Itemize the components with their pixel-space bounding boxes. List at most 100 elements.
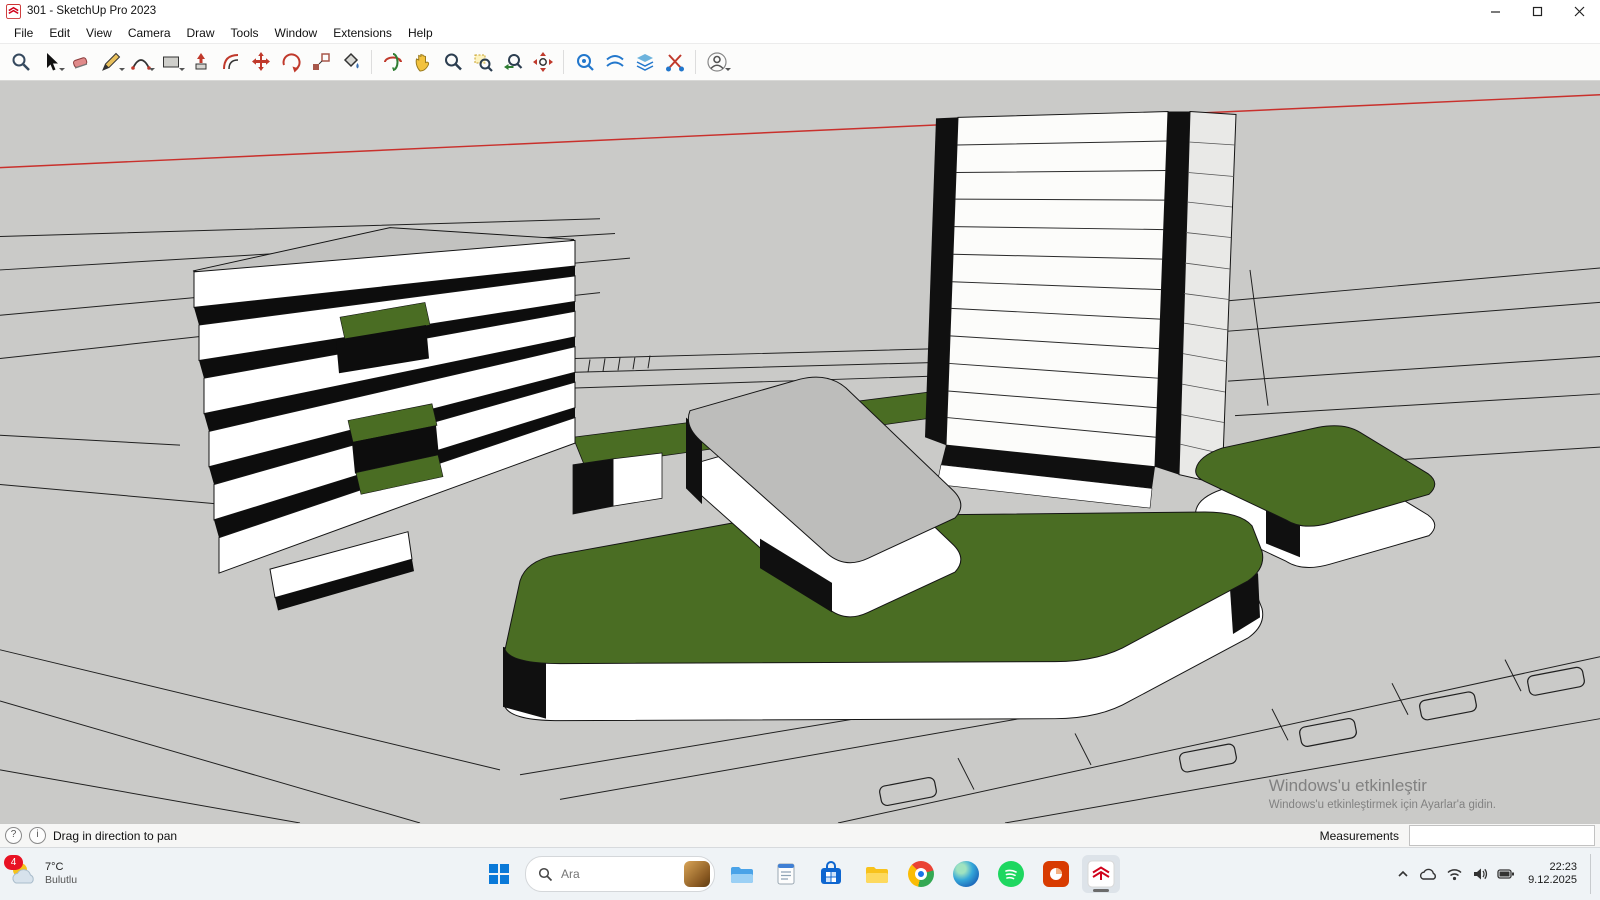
toolbar-separator [563, 50, 564, 74]
zoom-previous-tool-button[interactable] [498, 48, 527, 77]
start-button[interactable] [480, 855, 518, 893]
search-highlight-image[interactable] [684, 861, 710, 887]
status-hint: Drag in direction to pan [53, 829, 177, 843]
measurements-input[interactable] [1409, 825, 1595, 846]
active-app-indicator [1093, 889, 1109, 892]
move-tool-button[interactable] [246, 48, 275, 77]
line-tool-button[interactable] [96, 48, 125, 77]
menu-item-window[interactable]: Window [267, 24, 326, 42]
window-title: 301 - SketchUp Pro 2023 [27, 5, 156, 17]
extension-cut-button[interactable] [660, 48, 689, 77]
tray-chevron-icon[interactable] [1396, 867, 1410, 881]
edge-button[interactable] [947, 855, 985, 893]
battery-icon[interactable] [1497, 868, 1515, 880]
taskbar-clock[interactable]: 22:23 9.12.2025 [1528, 861, 1577, 887]
info-icon[interactable]: i [29, 827, 46, 844]
arc-tool-button[interactable] [126, 48, 155, 77]
tower-building [925, 112, 1236, 509]
zoom-previous-icon [502, 51, 524, 73]
show-desktop-button[interactable] [1590, 854, 1596, 894]
clock-time: 22:23 [1528, 861, 1577, 874]
chevron-down-icon [725, 68, 731, 74]
clock-date: 9.12.2025 [1528, 874, 1577, 887]
zoom-window-tool-button[interactable] [468, 48, 497, 77]
scissors-icon [664, 51, 686, 73]
taskbar-center [480, 855, 1120, 893]
offset-tool-button[interactable] [216, 48, 245, 77]
wifi-icon[interactable] [1446, 867, 1463, 881]
weather-temperature: 7°C [45, 861, 77, 874]
close-button[interactable] [1558, 0, 1600, 22]
maximize-button[interactable] [1516, 0, 1558, 22]
office-app-button[interactable] [1037, 855, 1075, 893]
onedrive-icon[interactable] [1419, 867, 1437, 881]
measurements-label: Measurements [1320, 829, 1399, 843]
shapes-tool-button[interactable] [156, 48, 185, 77]
search-icon [10, 51, 32, 73]
extension-curves-button[interactable] [600, 48, 629, 77]
chevron-down-icon [119, 68, 125, 74]
file-explorer-button[interactable] [722, 855, 760, 893]
chrome-button[interactable] [902, 855, 940, 893]
zoom-extents-icon [532, 51, 554, 73]
chevron-down-icon [59, 68, 65, 74]
model-canvas[interactable] [0, 81, 1600, 823]
chevron-down-icon [149, 68, 155, 74]
weather-widget[interactable]: 4 7°C Bulutlu [8, 859, 77, 889]
toolbar-separator [371, 50, 372, 74]
menu-item-help[interactable]: Help [400, 24, 441, 42]
zoom-extents-tool-button[interactable] [528, 48, 557, 77]
orbit-icon [382, 51, 404, 73]
menu-item-camera[interactable]: Camera [120, 24, 179, 42]
paint-tool-button[interactable] [336, 48, 365, 77]
notepad-button[interactable] [767, 855, 805, 893]
eraser-icon [70, 51, 92, 73]
scale-tool-button[interactable] [306, 48, 335, 77]
toolbar [0, 43, 1600, 81]
extension-search-button[interactable] [570, 48, 599, 77]
microsoft-store-button[interactable] [812, 855, 850, 893]
search-input[interactable] [559, 866, 678, 882]
menu-item-view[interactable]: View [78, 24, 120, 42]
notepad-icon [773, 861, 799, 887]
select-tool-button[interactable] [36, 48, 65, 77]
spotify-button[interactable] [992, 855, 1030, 893]
pan-hand-icon [412, 51, 434, 73]
menu-item-edit[interactable]: Edit [41, 24, 78, 42]
paint-bucket-icon [340, 51, 362, 73]
menu-item-file[interactable]: File [6, 24, 41, 42]
weather-condition: Bulutlu [45, 874, 77, 887]
minimize-button[interactable] [1474, 0, 1516, 22]
menu-item-draw[interactable]: Draw [179, 24, 223, 42]
sketchup-taskbar-button[interactable] [1082, 855, 1120, 893]
extension-search-icon [574, 51, 596, 73]
eraser-tool-button[interactable] [66, 48, 95, 77]
extension-layers-button[interactable] [630, 48, 659, 77]
rotate-tool-button[interactable] [276, 48, 305, 77]
spotify-icon [998, 861, 1024, 887]
orbit-tool-button[interactable] [378, 48, 407, 77]
search-tool-button[interactable] [6, 48, 35, 77]
taskbar-search[interactable] [525, 856, 715, 892]
menu-item-extensions[interactable]: Extensions [325, 24, 400, 42]
menu-bar: File Edit View Camera Draw Tools Window … [0, 22, 1600, 43]
system-tray: 22:23 9.12.2025 [1396, 854, 1596, 894]
toolbar-separator [695, 50, 696, 74]
file-explorer-icon [728, 861, 754, 887]
geolocation-icon[interactable]: ? [5, 827, 22, 844]
notification-badge: 4 [4, 855, 23, 870]
chrome-icon [908, 861, 934, 887]
zoom-tool-button[interactable] [438, 48, 467, 77]
folder-button[interactable] [857, 855, 895, 893]
menu-item-tools[interactable]: Tools [223, 24, 267, 42]
volume-icon[interactable] [1472, 867, 1488, 881]
pan-tool-button[interactable] [408, 48, 437, 77]
app-icon [6, 4, 21, 19]
zoom-icon [442, 51, 464, 73]
pushpull-tool-button[interactable] [186, 48, 215, 77]
office-app-icon [1043, 861, 1069, 887]
microsoft-store-icon [818, 861, 844, 887]
account-button[interactable] [702, 48, 731, 77]
sketchup-window: 301 - SketchUp Pro 2023 File Edit View C… [0, 0, 1600, 900]
windows-logo-icon [488, 863, 510, 885]
